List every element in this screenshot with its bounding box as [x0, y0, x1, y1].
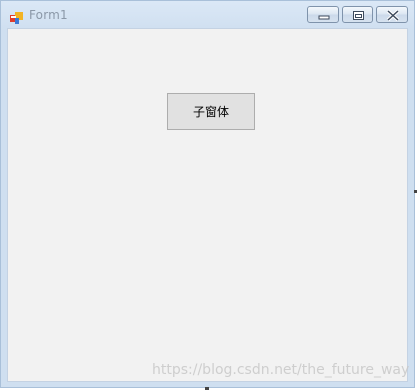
child-form-button[interactable]: 子窗体: [167, 93, 255, 130]
close-button[interactable]: [376, 6, 408, 23]
app-icon[interactable]: [10, 9, 23, 24]
restore-button[interactable]: [342, 6, 373, 23]
client-area: 子窗体: [7, 28, 408, 382]
minimize-button[interactable]: [307, 6, 339, 23]
window-title: Form1: [29, 8, 68, 22]
title-bar[interactable]: Form1: [1, 1, 414, 28]
watermark-text: https://blog.csdn.net/the_future_way: [152, 362, 410, 378]
form1-window: Form1 子窗体: [0, 0, 415, 388]
